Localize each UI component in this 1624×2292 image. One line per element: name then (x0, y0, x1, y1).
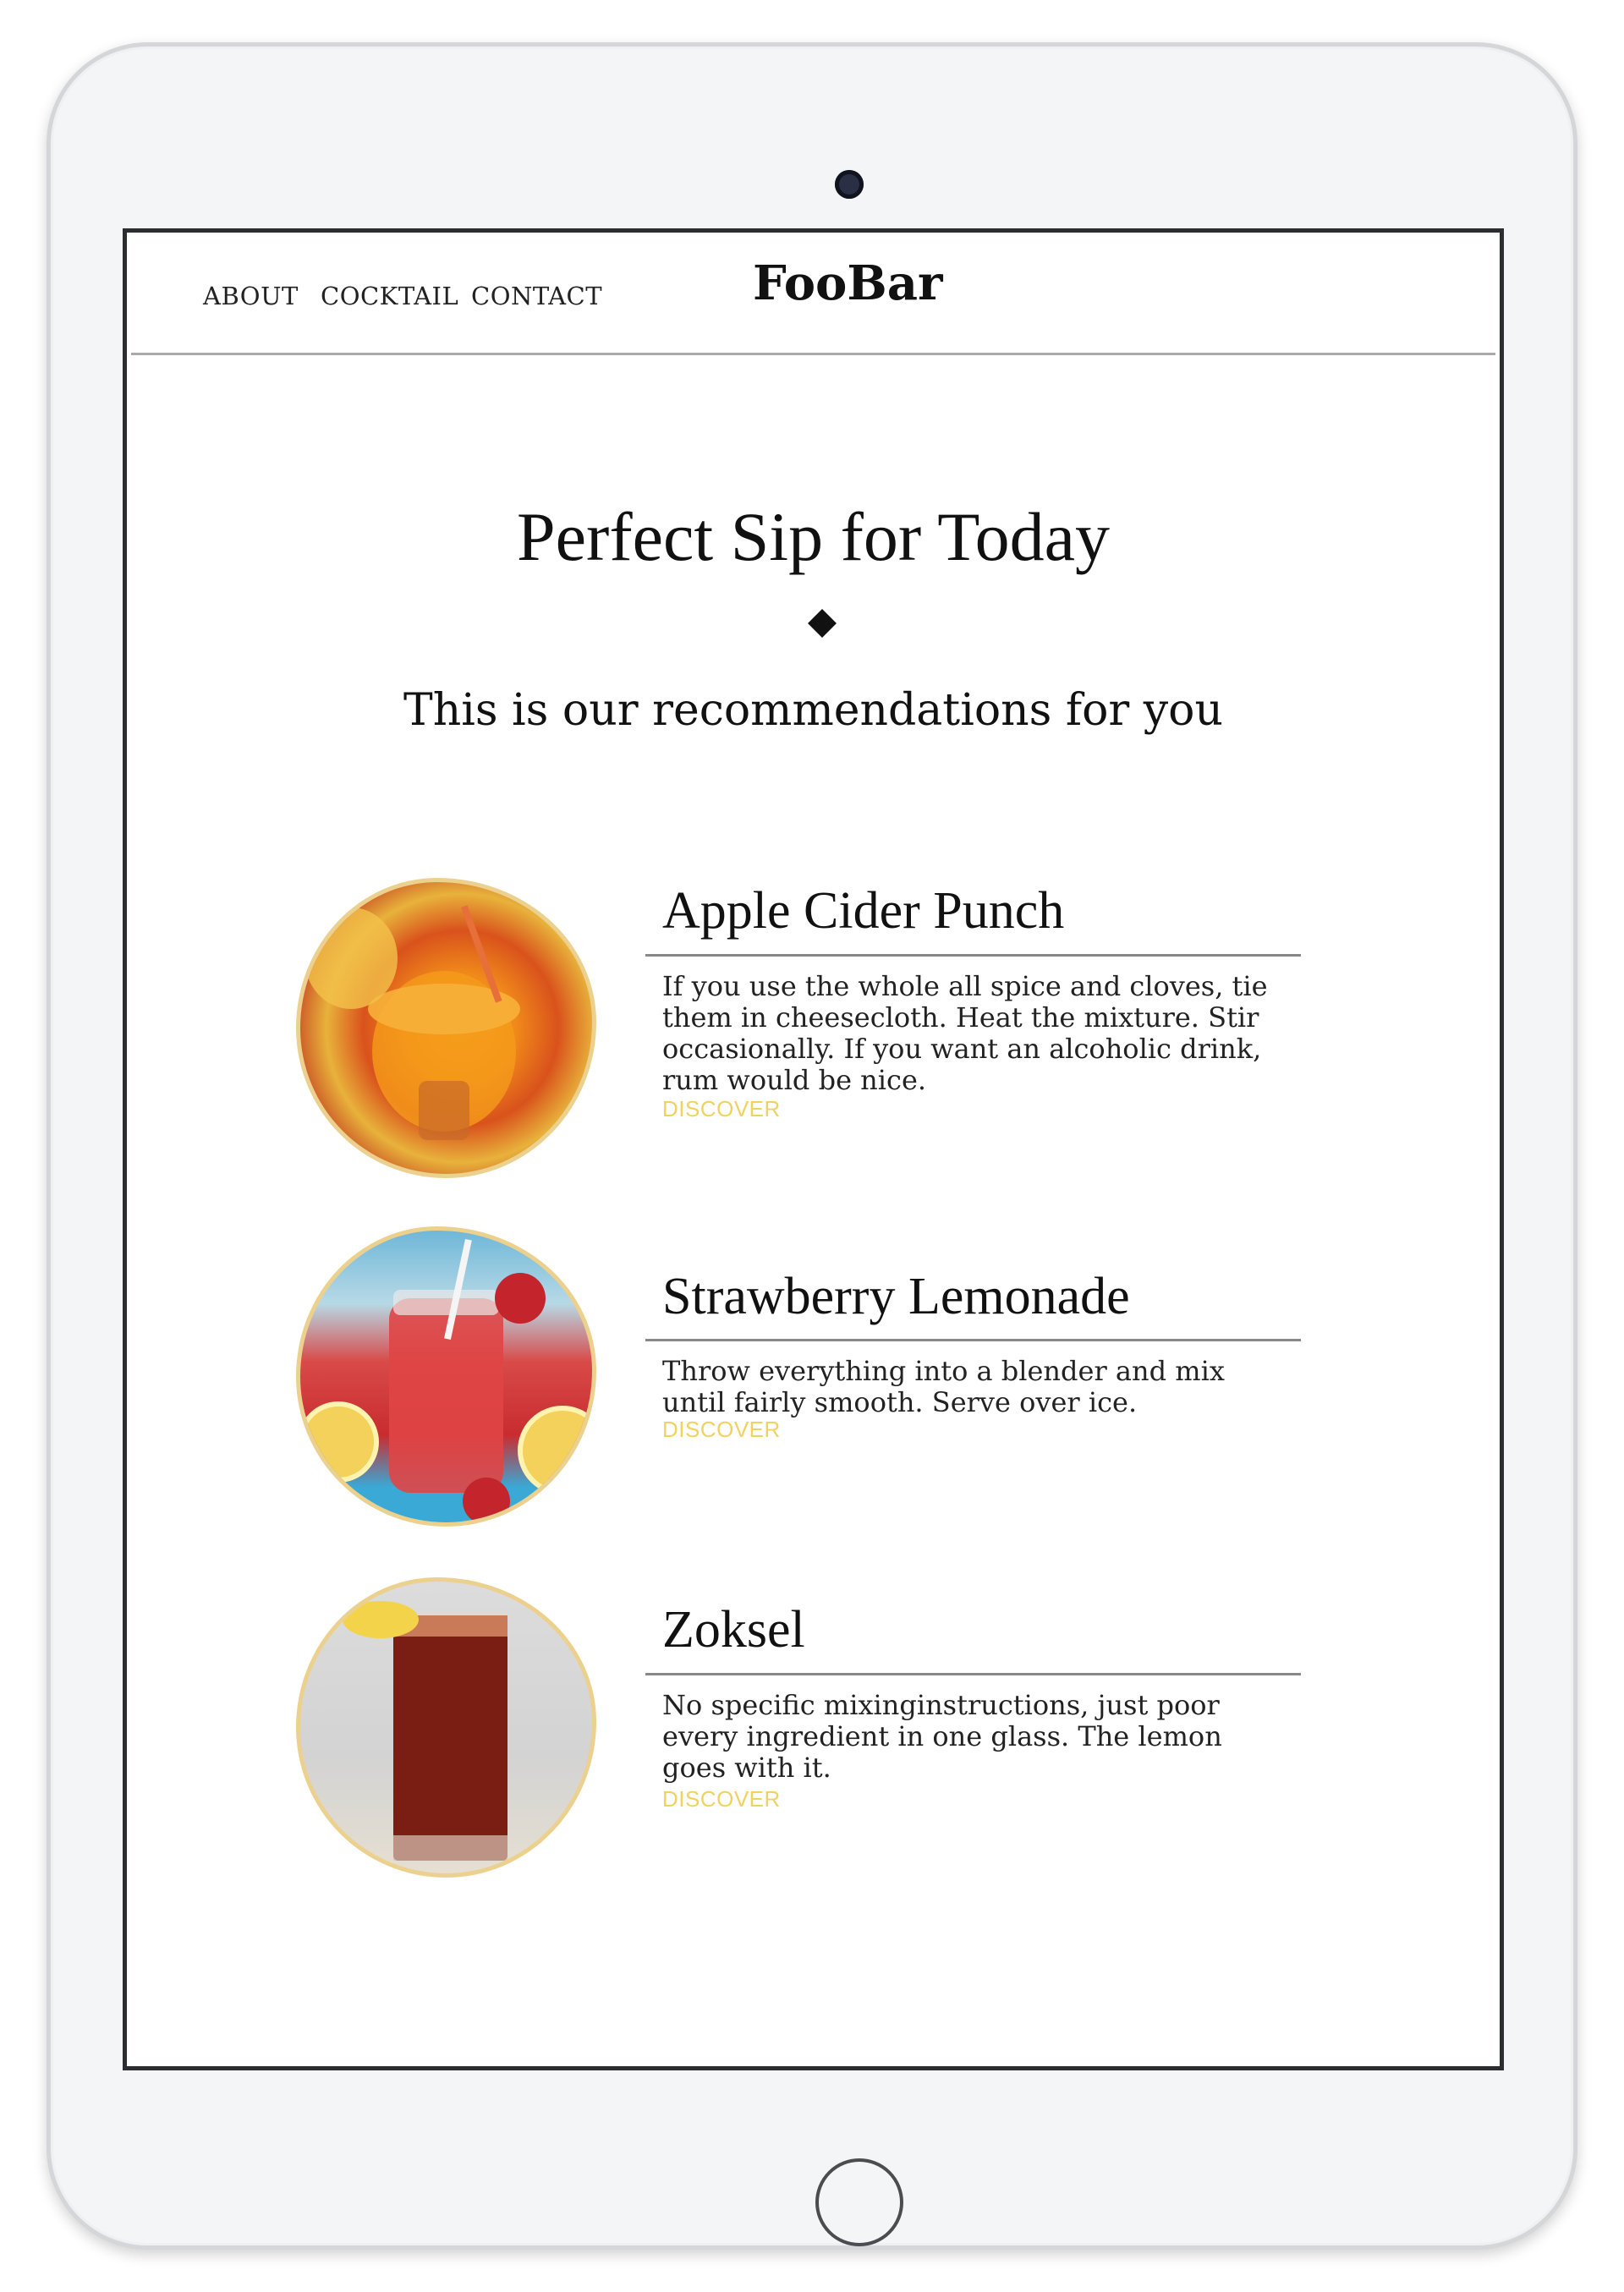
strawberry-lemonade-photo (300, 1239, 592, 1522)
navbar: ABOUT COCKTAIL CONTACT FooBar (131, 237, 1495, 355)
home-button[interactable] (815, 2158, 903, 2246)
page-subtitle: This is our recommendations for you (403, 685, 1223, 736)
title-divider (645, 954, 1301, 957)
zoksel-photo (343, 1601, 508, 1861)
discover-link[interactable]: DISCOVER (662, 1786, 781, 1812)
diamond-divider-icon (808, 609, 837, 638)
cocktail-title[interactable]: Zoksel (662, 1600, 805, 1660)
front-camera (835, 170, 864, 199)
brand-logo[interactable]: FooBar (753, 255, 943, 311)
cocktail-description: No specific mixinginstructions, just poo… (662, 1689, 1222, 1784)
tablet-screen: ABOUT COCKTAIL CONTACT FooBar Perfect Si… (123, 228, 1504, 2070)
cocktail-title[interactable]: Apple Cider Punch (662, 881, 1064, 941)
cocktail-description: If you use the whole all spice and clove… (662, 970, 1268, 1096)
nav-cocktail-link[interactable]: COCKTAIL (321, 282, 458, 310)
title-divider (645, 1673, 1301, 1675)
cocktail-image[interactable] (296, 1577, 596, 1878)
cocktail-image[interactable] (296, 1226, 596, 1527)
title-divider (645, 1339, 1301, 1341)
cocktail-description: Throw everything into a blender and mix … (662, 1355, 1225, 1418)
cocktail-title[interactable]: Strawberry Lemonade (662, 1267, 1130, 1327)
apple-cider-punch-photo (304, 905, 520, 1140)
nav-about-link[interactable]: ABOUT (203, 282, 299, 310)
discover-link[interactable]: DISCOVER (662, 1417, 781, 1443)
discover-link[interactable]: DISCOVER (662, 1096, 781, 1122)
cocktail-image[interactable] (296, 878, 596, 1178)
nav-contact-link[interactable]: CONTACT (471, 282, 602, 310)
page-title: Perfect Sip for Today (517, 498, 1110, 575)
